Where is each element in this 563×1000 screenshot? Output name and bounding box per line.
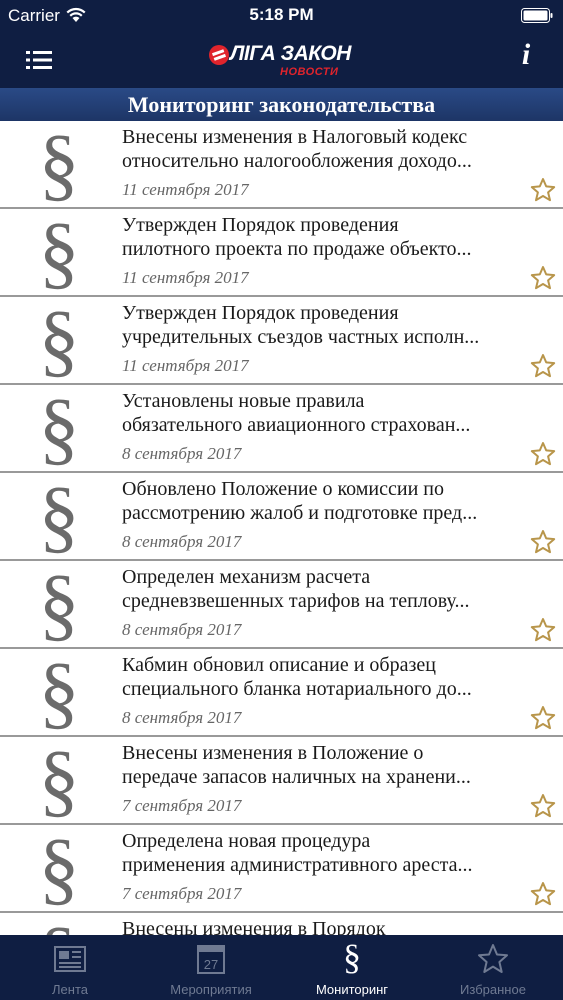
- logo-brand-text: ЛIГА ЗАКОН: [230, 42, 351, 65]
- list-item[interactable]: § Обновлено Положение о комиссии по расс…: [0, 473, 563, 561]
- tab-label: Лента: [52, 982, 88, 997]
- section-sign-icon: §: [38, 646, 80, 737]
- item-date: 8 сентября 2017: [122, 708, 242, 727]
- tab-label: Избранное: [460, 982, 526, 997]
- item-title: Кабмин обновил описание и образец специа…: [122, 654, 472, 700]
- section-sign-icon: §: [38, 382, 80, 473]
- favorite-star-icon[interactable]: [530, 617, 556, 643]
- item-title: Определен механизм расчета средневзвешен…: [122, 566, 470, 612]
- info-button[interactable]: i: [511, 38, 541, 78]
- tab-events[interactable]: 27 Мероприятия: [141, 935, 281, 1000]
- tab-label: Мероприятия: [170, 982, 252, 997]
- item-date: 11 сентября 2017: [122, 180, 249, 199]
- list-item[interactable]: § Определена новая процедура применения …: [0, 825, 563, 913]
- item-title: Установлены новые правила обязательного …: [122, 390, 471, 436]
- item-date: 8 сентября 2017: [122, 532, 242, 551]
- section-sign-icon: §: [38, 470, 80, 561]
- section-sign-icon: §: [38, 206, 80, 297]
- tab-monitoring[interactable]: § Мониторинг: [282, 935, 422, 1000]
- menu-button[interactable]: [18, 42, 62, 78]
- list-item[interactable]: § Внесены изменения в Порядок: [0, 913, 563, 935]
- list-item[interactable]: § Внесены изменения в Налоговый кодекс о…: [0, 121, 563, 209]
- list-item[interactable]: § Утвержден Порядок проведения учредител…: [0, 297, 563, 385]
- list-item[interactable]: § Внесены изменения в Положение о переда…: [0, 737, 563, 825]
- list-item[interactable]: § Определен механизм расчета средневзвеш…: [0, 561, 563, 649]
- favorite-star-icon[interactable]: [530, 353, 556, 379]
- navigation-bar: ЛIГА ЗАКОН НОВОСТИ i: [0, 32, 563, 88]
- status-bar: Carrier 5:18 PM: [0, 0, 563, 32]
- item-title: Внесены изменения в Налоговый кодекс отн…: [122, 126, 472, 172]
- favorite-star-icon[interactable]: [530, 177, 556, 203]
- favorite-star-icon[interactable]: [530, 793, 556, 819]
- tab-label: Мониторинг: [315, 982, 389, 997]
- favorite-star-icon[interactable]: [530, 881, 556, 907]
- tab-lenta[interactable]: Лента: [0, 935, 140, 1000]
- item-date: 7 сентября 2017: [122, 796, 242, 815]
- item-date: 7 сентября 2017: [122, 884, 242, 903]
- section-sign-icon: §: [38, 734, 80, 825]
- section-sign-icon: §: [30, 913, 88, 936]
- top-bar: Carrier 5:18 PM ЛIГА ЗАКОН НОВОСТИ i: [0, 0, 563, 88]
- favorite-star-icon[interactable]: [530, 441, 556, 467]
- section-sign-icon: §: [38, 121, 80, 209]
- logo-mark-icon: [209, 45, 229, 65]
- item-title: Определена новая процедура применения ад…: [122, 830, 473, 876]
- item-date: 8 сентября 2017: [122, 444, 242, 463]
- logo-subtitle: НОВОСТИ: [280, 66, 339, 78]
- favorite-star-icon[interactable]: [530, 705, 556, 731]
- tab-bar: Лента 27 Мероприятия § Мониторинг Избран…: [0, 935, 563, 1000]
- tab-favorites[interactable]: Избранное: [423, 935, 563, 1000]
- status-time: 5:18 PM: [249, 5, 314, 24]
- section-sign-icon: §: [38, 294, 80, 385]
- section-sign-icon: §: [38, 558, 80, 649]
- favorite-star-icon[interactable]: [530, 265, 556, 291]
- item-title: Обновлено Положение о комиссии по рассмо…: [122, 478, 478, 524]
- item-date: 8 сентября 2017: [122, 620, 242, 639]
- newspaper-icon: [54, 946, 86, 972]
- liga-zakon-logo: ЛIГА ЗАКОН НОВОСТИ: [208, 40, 358, 80]
- list-menu-icon: [26, 51, 52, 69]
- news-list[interactable]: § Внесены изменения в Налоговый кодекс о…: [0, 121, 563, 935]
- calendar-icon: 27: [197, 945, 225, 974]
- section-title: Мониторинг законодательства: [0, 88, 563, 121]
- battery-icon: [521, 8, 553, 23]
- item-date: 11 сентября 2017: [122, 268, 249, 287]
- favorite-star-icon[interactable]: [530, 529, 556, 555]
- item-date: 11 сентября 2017: [122, 356, 249, 375]
- item-title: Внесены изменения в Положение о передаче…: [122, 742, 471, 788]
- item-title: Утвержден Порядок проведения учредительн…: [122, 302, 480, 348]
- section-sign-icon: §: [38, 822, 80, 913]
- list-item[interactable]: § Установлены новые правила обязательног…: [0, 385, 563, 473]
- list-item[interactable]: § Кабмин обновил описание и образец спец…: [0, 649, 563, 737]
- star-icon: [478, 944, 508, 973]
- section-sign-icon: §: [343, 937, 361, 977]
- item-title: Внесены изменения в Порядок: [122, 918, 386, 935]
- list-item[interactable]: § Утвержден Порядок проведения пилотного…: [0, 209, 563, 297]
- item-title: Утвержден Порядок проведения пилотного п…: [122, 214, 472, 260]
- calendar-day: 27: [204, 957, 218, 972]
